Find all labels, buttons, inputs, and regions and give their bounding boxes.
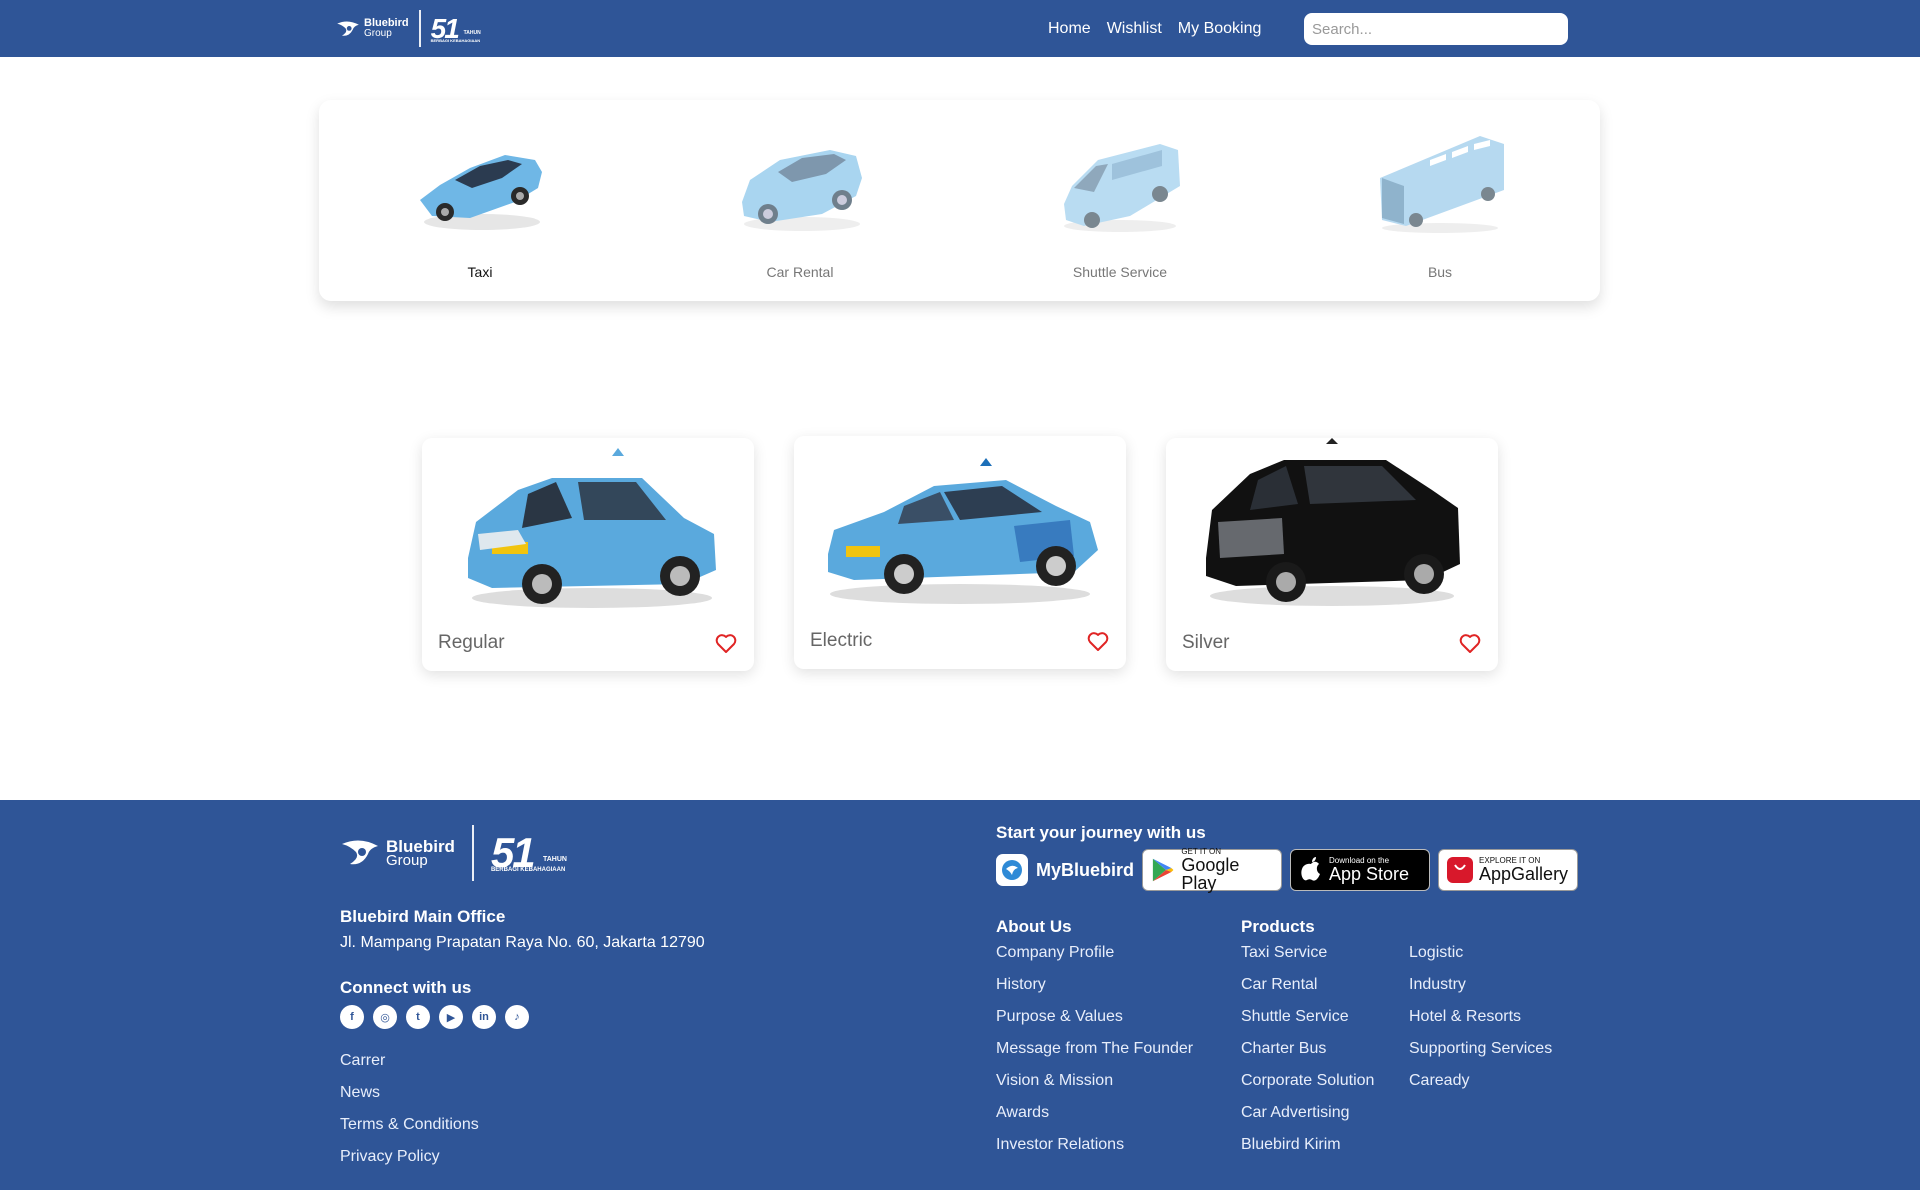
suv-car-icon [742,150,862,231]
blue-mpv-taxi-image [468,448,716,608]
product-link[interactable]: Supporting Services [1409,1040,1552,1058]
footer-link-news[interactable]: News [340,1084,380,1102]
top-navbar: Bluebird Group 51 TAHUN BERBAGI KEBAHAGI… [0,0,1920,57]
about-link[interactable]: History [996,976,1046,994]
twitter-icon[interactable]: t [406,1005,430,1029]
nav-home[interactable]: Home [1048,19,1091,39]
service-shuttle[interactable]: Shuttle Service [1020,130,1220,290]
service-label: Bus [1427,264,1453,280]
youtube-icon[interactable]: ▶ [439,1005,463,1029]
office-title: Bluebird Main Office [340,907,506,926]
wishlist-heart-icon[interactable] [714,631,738,655]
linkedin-icon[interactable]: in [472,1005,496,1029]
wishlist-heart-icon[interactable] [1086,629,1110,653]
product-link[interactable]: Industry [1409,976,1466,994]
car-card-electric[interactable]: Electric [794,436,1126,669]
google-play-icon [1152,858,1174,882]
huawei-appgallery-icon [1447,857,1474,883]
car-card-silver[interactable]: Silver [1166,438,1498,671]
logo-divider [418,10,421,47]
search-input[interactable] [1304,13,1568,45]
about-link[interactable]: Awards [996,1104,1049,1122]
service-car-rental[interactable]: Car Rental [700,130,900,290]
footer-logo[interactable]: Bluebird Group 51 TAHUN BERBAGI KEBAHAGI… [340,825,581,881]
service-taxi[interactable]: Taxi [380,130,580,290]
product-link[interactable]: Car Advertising [1241,1104,1350,1122]
bluebird-bird-icon [342,840,378,865]
about-link[interactable]: Company Profile [996,944,1114,962]
mybluebird-app[interactable]: MyBluebird [996,854,1134,886]
wishlist-heart-icon[interactable] [1458,631,1482,655]
product-link[interactable]: Hotel & Resorts [1409,1008,1521,1026]
office-address: Jl. Mampang Prapatan Raya No. 60, Jakart… [340,934,705,951]
product-link[interactable]: Bluebird Kirim [1241,1136,1341,1154]
product-link[interactable]: Car Rental [1241,976,1317,994]
app-download-row: MyBluebird GET IT ON Google Play Download… [996,848,1579,892]
logo-text: Bluebird Group [386,836,455,869]
about-link[interactable]: Investor Relations [996,1136,1124,1154]
product-link[interactable]: Logistic [1409,944,1463,962]
van-icon [1064,144,1180,232]
blue-electric-sedan-taxi-image [828,458,1098,604]
footer-link-career[interactable]: Carrer [340,1052,385,1070]
product-link[interactable]: Shuttle Service [1241,1008,1349,1026]
mybluebird-app-icon [996,854,1028,886]
product-link[interactable]: Taxi Service [1241,944,1327,962]
about-link[interactable]: Message from The Founder [996,1040,1193,1058]
about-title: About Us [996,917,1072,936]
social-links: f ◎ t ▶ in ♪ [340,1005,529,1029]
anniversary-badge: 51 TAHUN BERBAGI KEBAHAGIAAN [430,12,481,44]
car-card-regular[interactable]: Regular [422,438,754,671]
footer-link-terms[interactable]: Terms & Conditions [340,1116,479,1134]
instagram-icon[interactable]: ◎ [373,1005,397,1029]
product-link[interactable]: Caready [1409,1072,1469,1090]
service-selector: Taxi Car Rental Shuttle Service Bus [319,100,1600,301]
bluebird-logo[interactable]: Bluebird Group 51 TAHUN BERBAGI KEBAHAGI… [336,10,491,47]
products-title: Products [1241,917,1315,936]
facebook-icon[interactable]: f [340,1005,364,1029]
connect-title: Connect with us [340,978,472,997]
about-link[interactable]: Vision & Mission [996,1072,1113,1090]
bluebird-bird-icon [337,20,359,36]
app-store-button[interactable]: Download on the App Store [1290,849,1431,891]
nav-wishlist[interactable]: Wishlist [1107,19,1162,39]
black-luxury-van-image [1206,438,1460,606]
taxi-car-icon [420,146,542,230]
service-bus[interactable]: Bus [1340,130,1540,290]
car-name: Silver [1182,632,1230,653]
google-play-button[interactable]: GET IT ON Google Play [1142,848,1283,892]
car-name: Regular [438,632,505,653]
logo-text: Bluebird Group [364,17,409,39]
app-gallery-button[interactable]: EXPLORE IT ON AppGallery [1438,849,1579,891]
anniversary-badge: 51 TAHUN BERBAGI KEBAHAGIAAN [490,829,567,876]
apple-icon [1301,857,1321,881]
service-label: Shuttle Service [1072,264,1168,280]
mybluebird-label: MyBluebird [1036,859,1135,880]
nav-my-booking[interactable]: My Booking [1178,19,1262,39]
product-link[interactable]: Charter Bus [1241,1040,1326,1058]
logo-divider [471,825,474,881]
footer: Bluebird Group 51 TAHUN BERBAGI KEBAHAGI… [0,800,1920,1190]
tiktok-icon[interactable]: ♪ [505,1005,529,1029]
car-name: Electric [810,630,873,651]
footer-link-privacy[interactable]: Privacy Policy [340,1148,440,1166]
service-label: Car Rental [766,264,834,280]
main-nav: Home Wishlist My Booking [1048,19,1261,39]
product-link[interactable]: Corporate Solution [1241,1072,1374,1090]
journey-title: Start your journey with us [996,823,1206,842]
about-link[interactable]: Purpose & Values [996,1008,1123,1026]
service-label: Taxi [467,264,493,280]
bus-icon [1380,136,1504,233]
